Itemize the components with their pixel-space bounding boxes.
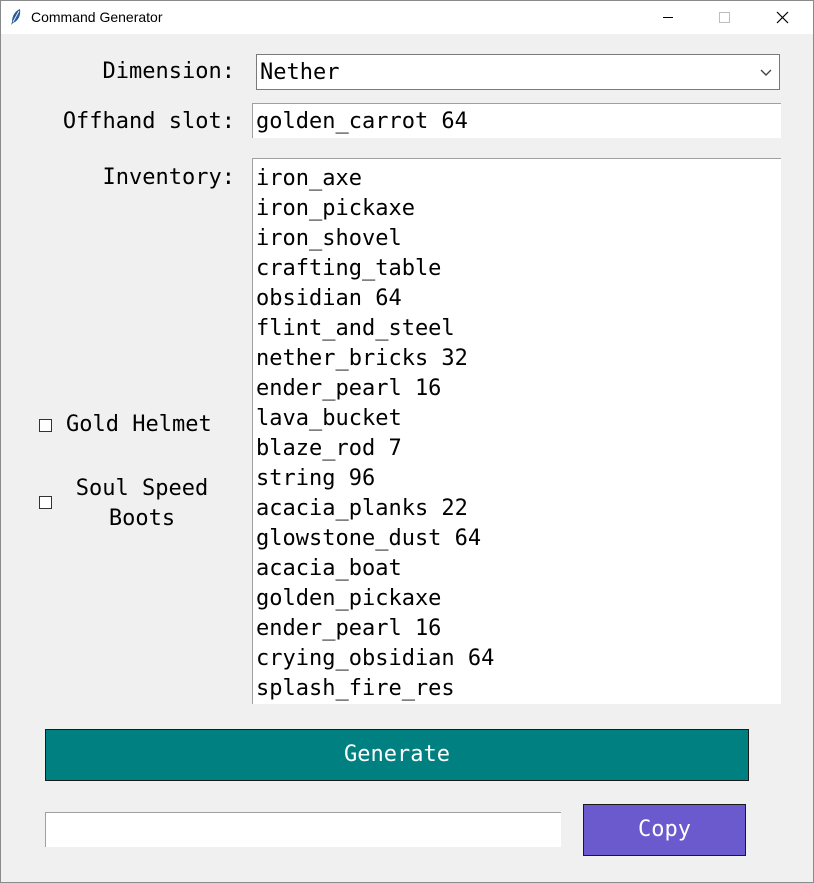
inventory-line: lava_bucket <box>256 406 402 431</box>
inventory-line: crying_obsidian 64 <box>256 646 495 671</box>
inventory-line: flint_and_steel <box>256 316 455 341</box>
inventory-line: iron_axe <box>256 166 362 191</box>
inventory-line: iron_pickaxe <box>256 196 415 221</box>
minimize-button[interactable] <box>645 1 691 34</box>
soul-speed-boots-checkbox[interactable] <box>39 496 52 509</box>
inventory-line: string 96 <box>256 466 376 491</box>
feather-icon <box>9 8 23 26</box>
chevron-down-icon[interactable] <box>759 66 773 78</box>
gold-helmet-label[interactable]: Gold Helmet <box>66 412 212 437</box>
command-output-field[interactable] <box>45 812 561 847</box>
title-bar[interactable]: Command Generator <box>1 1 813 34</box>
inventory-line: ender_pearl 16 <box>256 616 442 641</box>
generate-button[interactable]: Generate <box>45 729 749 781</box>
inventory-line: glowstone_dust 64 <box>256 526 482 551</box>
maximize-button[interactable] <box>701 1 747 34</box>
offhand-label: Offhand slot: <box>62 109 235 134</box>
dimension-select[interactable]: Nether <box>256 54 780 90</box>
inventory-line: iron_shovel <box>256 226 402 251</box>
inventory-line: nether_bricks 32 <box>256 346 468 371</box>
soul-speed-boots-label[interactable]: Soul Speed Boots <box>63 474 221 534</box>
offhand-value: golden_carrot 64 <box>256 109 468 134</box>
soul-speed-label-line1: Soul Speed <box>75 476 209 501</box>
dimension-label: Dimension: <box>102 59 235 84</box>
dimension-value: Nether <box>260 60 340 85</box>
inventory-line: crafting_table <box>256 256 442 281</box>
inventory-line: ender_pearl 16 <box>256 376 442 401</box>
inventory-line: golden_pickaxe <box>256 586 442 611</box>
inventory-textarea[interactable]: iron_axe iron_pickaxe iron_shovel crafting_… <box>252 158 781 704</box>
command-generator-window: Command Generator Dimension: Nether Offh… <box>0 0 814 883</box>
close-icon <box>776 11 789 24</box>
offhand-field[interactable]: golden_carrot 64 <box>252 103 781 138</box>
inventory-label: Inventory: <box>102 165 235 190</box>
inventory-line: blaze_rod 7 <box>256 436 402 461</box>
inventory-line: obsidian 64 <box>256 286 402 311</box>
copy-button[interactable]: Copy <box>583 804 746 856</box>
soul-speed-label-line2: Boots <box>108 506 176 531</box>
gold-helmet-checkbox[interactable] <box>39 419 52 432</box>
window-title: Command Generator <box>31 9 163 25</box>
inventory-list: iron_axe iron_pickaxe iron_shovel crafting_… <box>256 164 494 704</box>
inventory-line: acacia_boat <box>256 556 402 581</box>
inventory-line: splash_fire_res <box>256 676 455 701</box>
close-button[interactable] <box>759 1 805 34</box>
inventory-line: acacia_planks 22 <box>256 496 468 521</box>
